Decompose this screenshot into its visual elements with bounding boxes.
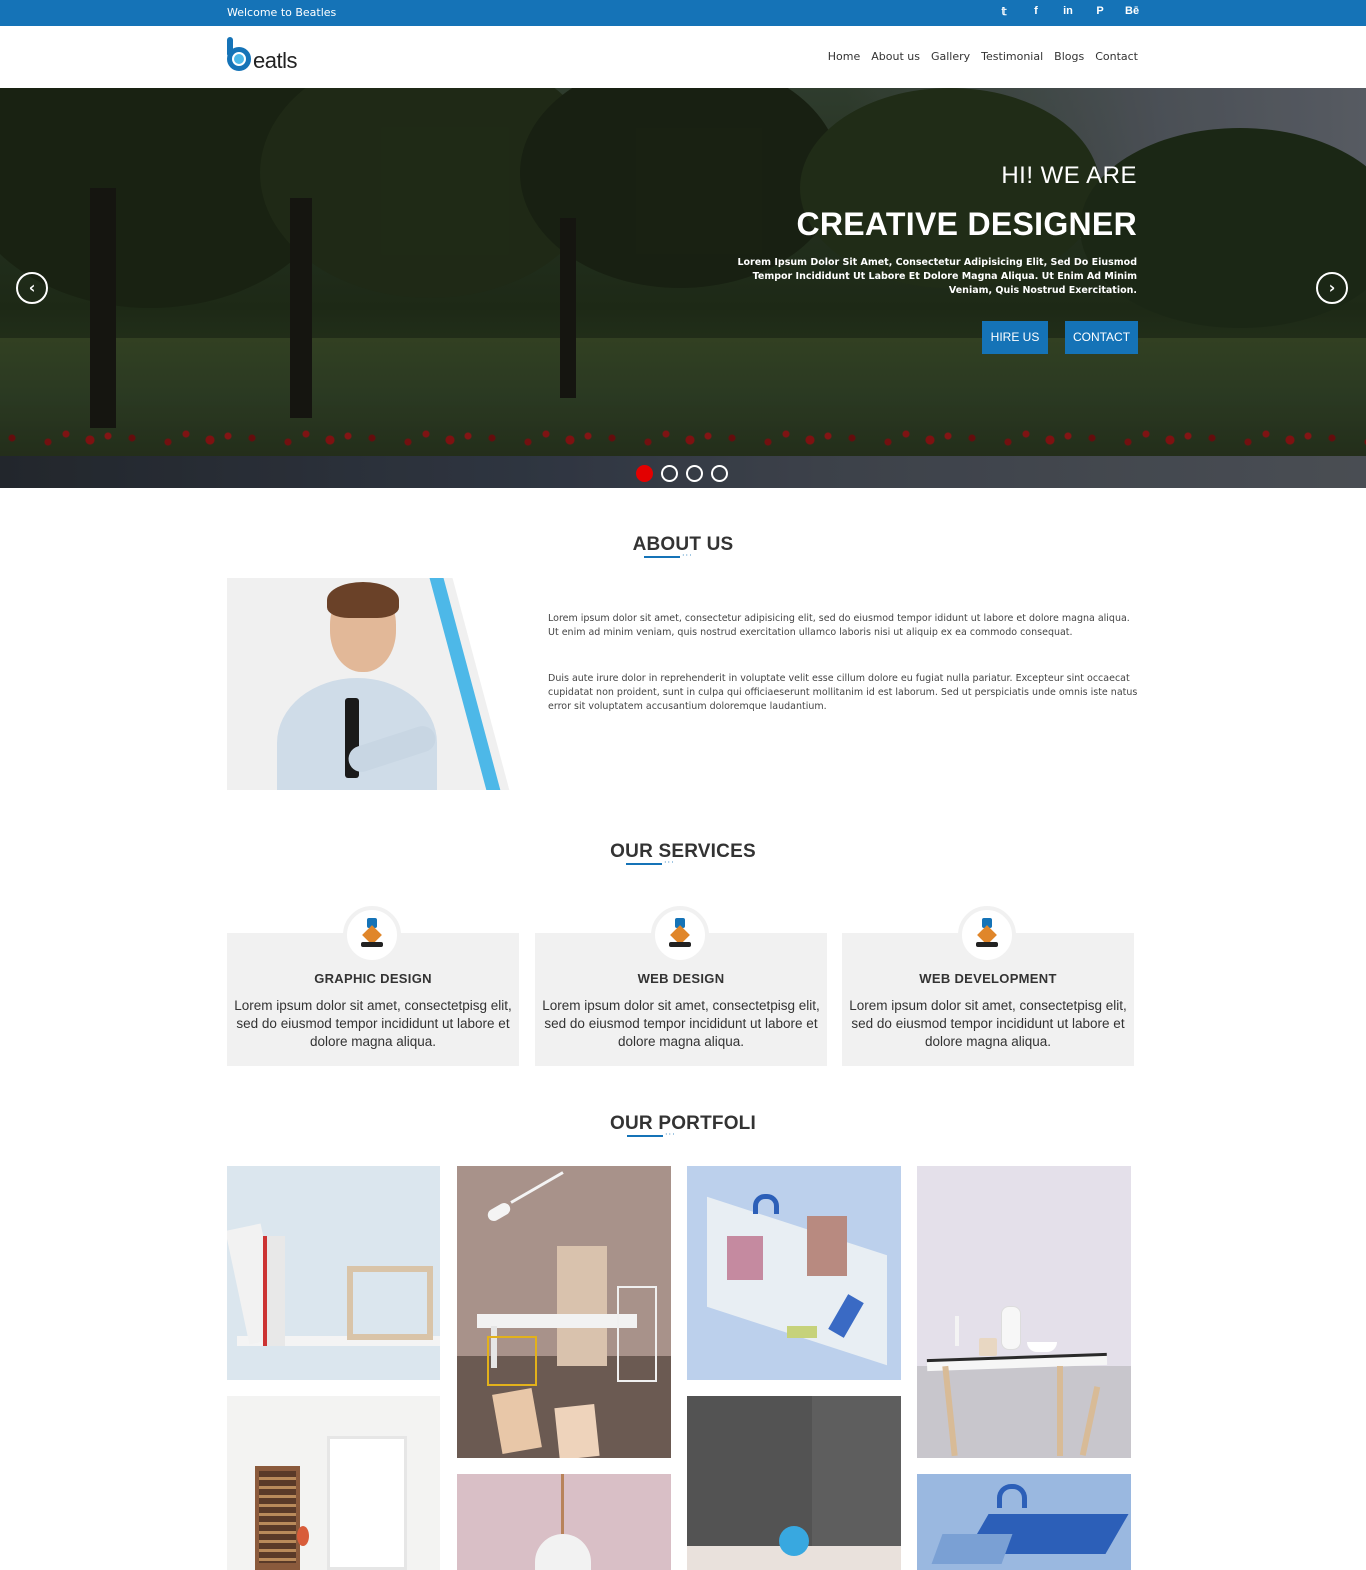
services-heading: OUR SERVICES [610,841,756,862]
service-description: Lorem ipsum dolor sit amet, consectetpis… [849,998,1127,1049]
slider-dots [636,465,728,482]
service-description: Lorem ipsum dolor sit amet, consectetpis… [234,998,512,1049]
about-paragraph-2: Duis aute irure dolor in reprehenderit i… [548,673,1138,712]
nav-blogs[interactable]: Blogs [1054,50,1084,63]
service-title: WEB DESIGN [637,971,725,986]
nav-testimonial[interactable]: Testimonial [981,50,1043,63]
facebook-icon[interactable]: f [1029,5,1043,18]
main-nav: Home About us Gallery Testimonial Blogs … [828,50,1138,63]
pen-tool-icon [958,906,1016,964]
logo-dot [234,54,244,64]
site-logo[interactable]: eatls [227,37,297,73]
slider-dot[interactable] [661,465,678,482]
hero-description: Lorem Ipsum Dolor Sit Amet, Consectetur … [737,257,1137,296]
welcome-text: Welcome to Beatles [227,6,337,19]
pinterest-icon[interactable]: P [1093,5,1107,18]
slider-dot[interactable] [636,465,653,482]
chevron-left-icon[interactable]: ‹ [16,272,48,304]
person-hair [327,582,399,618]
pen-tool-icon [651,906,709,964]
heading-dots: ··· [682,551,693,560]
hero-slider: HI! WE ARE CREATIVE DESIGNER Lorem Ipsum… [0,88,1366,488]
service-title: GRAPHIC DESIGN [314,971,432,986]
portfolio-item[interactable] [457,1474,671,1570]
service-description: Lorem ipsum dolor sit amet, consectetpis… [542,998,820,1049]
heading-underline [644,556,680,558]
service-title: WEB DEVELOPMENT [919,971,1057,986]
hero-overlay [0,88,1366,488]
linkedin-icon[interactable]: in [1061,5,1075,18]
about-paragraph-1: Lorem ipsum dolor sit amet, consectetur … [548,613,1130,638]
heading-underline [626,863,662,865]
portfolio-item[interactable] [917,1166,1131,1458]
slider-dot[interactable] [711,465,728,482]
top-bar: Welcome to Beatles 𝕥 f in P Bē [0,0,1366,26]
slider-dot[interactable] [686,465,703,482]
portfolio-item[interactable] [227,1396,440,1570]
social-links: 𝕥 f in P Bē [997,5,1139,18]
nav-about-us[interactable]: About us [871,50,920,63]
twitter-icon[interactable]: 𝕥 [997,5,1011,18]
chevron-right-icon[interactable]: › [1316,272,1348,304]
portfolio-item[interactable] [687,1396,901,1570]
portfolio-item[interactable] [457,1166,671,1458]
portfolio-item[interactable] [227,1166,440,1380]
nav-home[interactable]: Home [828,50,860,63]
nav-gallery[interactable]: Gallery [931,50,970,63]
about-image [227,578,531,790]
portfolio-item[interactable] [687,1166,901,1380]
nav-contact[interactable]: Contact [1095,50,1138,63]
portfolio-item[interactable] [917,1474,1131,1570]
behance-icon[interactable]: Bē [1125,5,1139,18]
pen-tool-icon [343,906,401,964]
contact-button[interactable]: CONTACT [1065,321,1138,354]
heading-underline [627,1135,663,1137]
header: eatls Home About us Gallery Testimonial … [0,26,1366,88]
heading-dots: ··· [664,858,675,867]
hire-us-button[interactable]: HIRE US [982,321,1048,354]
hero-title: CREATIVE DESIGNER [796,206,1137,242]
heading-dots: ··· [665,1130,676,1139]
logo-text: eatls [253,48,297,73]
hero-subtitle: HI! WE ARE [1001,162,1137,189]
portfolio-heading: OUR PORTFOLI [610,1113,756,1134]
